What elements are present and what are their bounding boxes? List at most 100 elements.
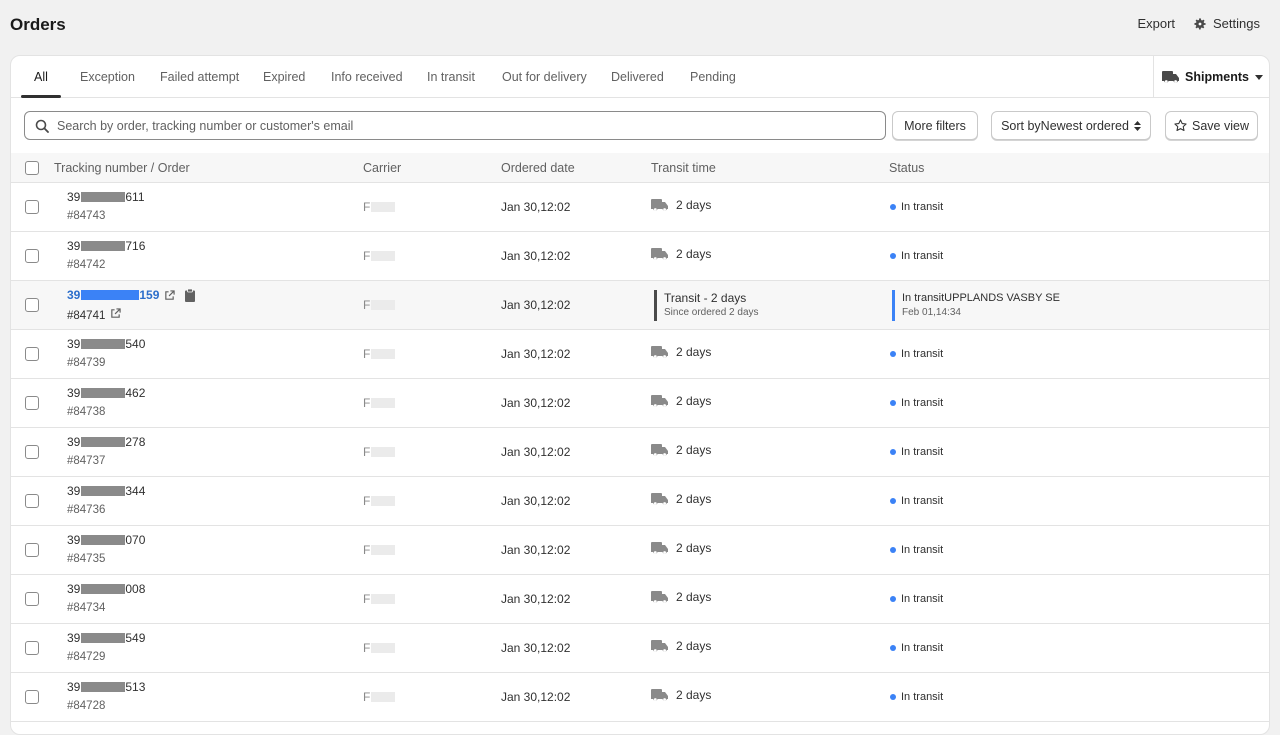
redacted-carrier [371,594,396,604]
tab-delivered[interactable]: Delivered [611,56,664,98]
transit-time-label: 2 days [676,443,712,457]
transit-time: 2 days [651,394,711,408]
table-row[interactable]: 39 278 #84737 F Jan 30,12:02 2 days In transit [11,428,1269,477]
sort-button[interactable]: Sort byNewest ordered [991,111,1151,140]
tracking-number[interactable]: 39 611 [67,190,145,204]
table-row[interactable]: 39 716 #84742 F Jan 30,12:02 2 days In transit [11,232,1269,281]
table-row[interactable]: 39 344 #84736 F Jan 30,12:02 2 days In transit [11,477,1269,526]
row-checkbox[interactable] [25,298,39,312]
tracking-number[interactable]: 39 070 [67,533,145,547]
row-checkbox[interactable] [25,445,39,459]
tracking-number[interactable]: 39 540 [67,337,145,351]
truck-icon [651,688,668,701]
transit-time: 2 days [651,443,711,457]
transit-time: Transit - 2 days Since ordered 2 days [654,290,759,321]
transit-time: 2 days [651,492,711,506]
shipments-dropdown[interactable]: Shipments [1153,56,1269,98]
carrier: F [363,298,396,312]
table-row[interactable]: 39 549 #84729 F Jan 30,12:02 2 days In transit [11,624,1269,673]
table-row[interactable]: 39 540 #84739 F Jan 30,12:02 2 days In transit [11,330,1269,379]
status-label: In transit [901,544,944,556]
row-checkbox[interactable] [25,543,39,557]
status-dot [890,204,896,210]
table-row[interactable]: 39 513 #84728 F Jan 30,12:02 2 days In transit [11,673,1269,722]
column-header-status[interactable]: Status [889,153,924,183]
order-number: #84729 [67,651,106,663]
tracking-suffix: 008 [125,582,146,596]
active-tab-indicator [21,95,61,98]
more-filters-button[interactable]: More filters [892,111,978,140]
tracking-prefix: 39 [67,337,81,351]
tracking-prefix: 39 [67,533,81,547]
table-row[interactable]: 39 070 #84735 F Jan 30,12:02 2 days In transit [11,526,1269,575]
row-checkbox[interactable] [25,641,39,655]
table-row[interactable]: 39 008 #84734 F Jan 30,12:02 2 days In transit [11,575,1269,624]
transit-time: 2 days [651,198,711,212]
tracking-number[interactable]: 39 462 [67,386,145,400]
transit-time-sub: Since ordered 2 days [664,307,759,318]
redacted-tracking [81,241,126,251]
tracking-number[interactable]: 39 716 [67,239,145,253]
search-box [24,111,886,140]
page-title: Orders [10,15,66,34]
order-number: #84736 [67,504,106,516]
table-row[interactable]: 39 611 #84743 F Jan 30,12:02 2 days In transit [11,183,1269,232]
column-header-carrier[interactable]: Carrier [363,153,401,183]
carrier: F [363,690,396,704]
status: In transit [890,348,943,360]
table-row[interactable]: 39 159 #84741 F Jan 30,12:02 Transit - 2 days… [11,281,1269,330]
row-checkbox[interactable] [25,347,39,361]
search-input[interactable] [57,118,857,133]
status-tabs: All Exception Failed attempt Expired Inf… [11,56,1269,98]
carrier: F [363,396,396,410]
tracking-suffix: 070 [125,533,146,547]
export-button[interactable]: Export [1137,16,1175,31]
redacted-carrier [371,496,396,506]
tracking-number[interactable]: 39 513 [67,680,145,694]
sort-label: Sort byNewest ordered [1001,118,1129,133]
row-checkbox[interactable] [25,249,39,263]
tracking-prefix: 39 [67,190,81,204]
row-checkbox[interactable] [25,690,39,704]
tab-in-transit[interactable]: In transit [427,56,475,98]
tracking-suffix: 159 [139,288,160,302]
external-link-icon[interactable] [110,308,122,319]
tab-failed-attempt[interactable]: Failed attempt [160,56,239,98]
tab-expired[interactable]: Expired [263,56,305,98]
row-checkbox[interactable] [25,592,39,606]
truck-icon [651,247,668,260]
row-checkbox[interactable] [25,396,39,410]
tab-out-for-delivery[interactable]: Out for delivery [502,56,587,98]
column-header-tracking[interactable]: Tracking number / Order [54,153,190,183]
transit-time-label: 2 days [676,394,712,408]
table-row[interactable]: 39 462 #84738 F Jan 30,12:02 2 days In transit [11,379,1269,428]
tracking-number[interactable]: 39 278 [67,435,145,449]
carrier: F [363,592,396,606]
redacted-tracking [81,584,126,594]
tab-exception[interactable]: Exception [80,56,135,98]
tracking-number[interactable]: 39 008 [67,582,145,596]
save-view-button[interactable]: Save view [1165,111,1258,140]
row-checkbox[interactable] [25,200,39,214]
status-dot [890,253,896,259]
tab-all[interactable]: All [34,56,48,98]
tracking-number[interactable]: 39 159 [67,288,196,302]
settings-button[interactable]: Settings [1193,16,1260,31]
settings-label: Settings [1213,16,1260,31]
tab-info-received[interactable]: Info received [331,56,403,98]
status: In transitUPPLANDS VASBY SE Feb 01,14:34 [892,290,1060,321]
transit-time-label: 2 days [676,492,712,506]
row-checkbox[interactable] [25,494,39,508]
tracking-suffix: 278 [125,435,146,449]
redacted-carrier [371,202,396,212]
order-number[interactable]: #84741 [67,308,122,322]
tab-pending[interactable]: Pending [690,56,736,98]
tracking-number[interactable]: 39 344 [67,484,145,498]
external-link-icon[interactable] [164,289,176,301]
status: In transit [890,201,943,213]
column-header-ordered-date[interactable]: Ordered date [501,153,575,183]
select-all-checkbox[interactable] [25,161,39,175]
tracking-number[interactable]: 39 549 [67,631,145,645]
column-header-transit-time[interactable]: Transit time [651,153,716,183]
clipboard-icon[interactable] [185,288,196,302]
